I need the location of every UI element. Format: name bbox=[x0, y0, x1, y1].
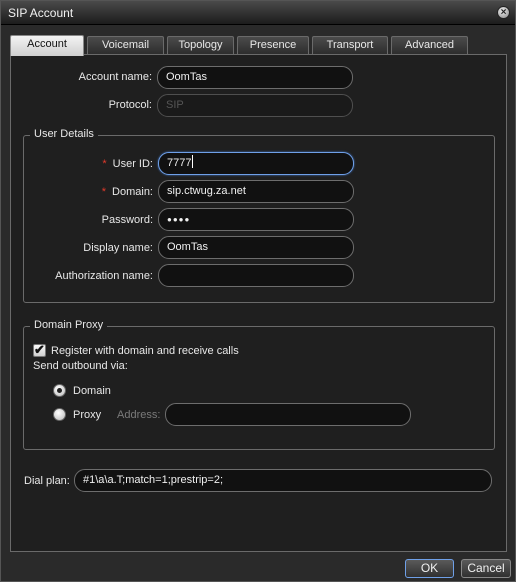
tab-transport[interactable]: Transport bbox=[312, 36, 388, 55]
proxy-radio[interactable] bbox=[53, 408, 66, 421]
tab-presence[interactable]: Presence bbox=[237, 36, 309, 55]
register-checkbox[interactable]: ✔ bbox=[33, 342, 46, 357]
dial-plan-label: Dial plan: bbox=[24, 475, 70, 487]
radio-selected-dot bbox=[57, 388, 62, 393]
address-label: Address: bbox=[117, 409, 161, 421]
close-icon[interactable]: × bbox=[497, 6, 510, 19]
required-marker: * bbox=[101, 186, 107, 198]
sip-account-window: SIP Account × Account Voicemail Topology… bbox=[0, 0, 516, 582]
user-id-value: 7777 bbox=[167, 157, 192, 169]
password-label: Password: bbox=[101, 214, 153, 226]
cancel-button[interactable]: Cancel bbox=[461, 559, 511, 578]
user-id-field[interactable]: 7777 bbox=[158, 152, 354, 175]
display-name-field[interactable]: OomTas bbox=[158, 236, 354, 259]
tab-advanced[interactable]: Advanced bbox=[391, 36, 468, 55]
tab-voicemail[interactable]: Voicemail bbox=[87, 36, 164, 55]
dial-plan-field[interactable]: #1\a\a.T;match=1;prestrip=2; bbox=[74, 469, 492, 492]
ok-button[interactable]: OK bbox=[405, 559, 454, 578]
domain-proxy-group: Domain Proxy ✔ Register with domain and … bbox=[23, 319, 495, 450]
display-name-label: Display name: bbox=[83, 242, 153, 254]
required-marker: * bbox=[102, 158, 107, 170]
tab-topology[interactable]: Topology bbox=[167, 36, 234, 55]
protocol-label: Protocol: bbox=[108, 99, 152, 111]
password-field[interactable]: ●●●● bbox=[158, 208, 354, 231]
checkmark-icon: ✔ bbox=[34, 342, 45, 357]
user-details-group: User Details * User ID: 7777 * Domain: sip… bbox=[23, 128, 495, 303]
account-tab-panel: Account name: OomTas Protocol: SIP User … bbox=[10, 54, 507, 552]
title-bar[interactable]: SIP Account × bbox=[1, 1, 515, 25]
domain-proxy-legend: Domain Proxy bbox=[30, 319, 108, 331]
account-name-label: Account name: bbox=[78, 71, 152, 83]
domain-radio-label[interactable]: Domain bbox=[73, 385, 111, 397]
domain-field[interactable]: sip.ctwug.za.net bbox=[158, 180, 354, 203]
tab-account[interactable]: Account bbox=[10, 35, 84, 56]
domain-radio[interactable] bbox=[53, 384, 66, 397]
proxy-radio-label[interactable]: Proxy bbox=[73, 409, 101, 421]
text-cursor bbox=[192, 155, 194, 168]
register-label[interactable]: Register with domain and receive calls bbox=[51, 345, 239, 357]
window-title: SIP Account bbox=[8, 6, 74, 20]
account-name-field[interactable]: OomTas bbox=[157, 66, 353, 89]
authorization-name-field[interactable] bbox=[158, 264, 354, 287]
domain-label-text: Domain: bbox=[112, 186, 153, 198]
proxy-address-field[interactable] bbox=[165, 403, 411, 426]
authorization-name-label: Authorization name: bbox=[55, 270, 153, 282]
domain-label: * Domain: bbox=[24, 186, 153, 198]
send-outbound-label: Send outbound via: bbox=[33, 360, 128, 372]
user-details-legend: User Details bbox=[30, 128, 98, 140]
protocol-field: SIP bbox=[157, 94, 353, 117]
user-id-label: * User ID: bbox=[24, 158, 153, 170]
user-id-label-text: User ID: bbox=[112, 158, 153, 170]
